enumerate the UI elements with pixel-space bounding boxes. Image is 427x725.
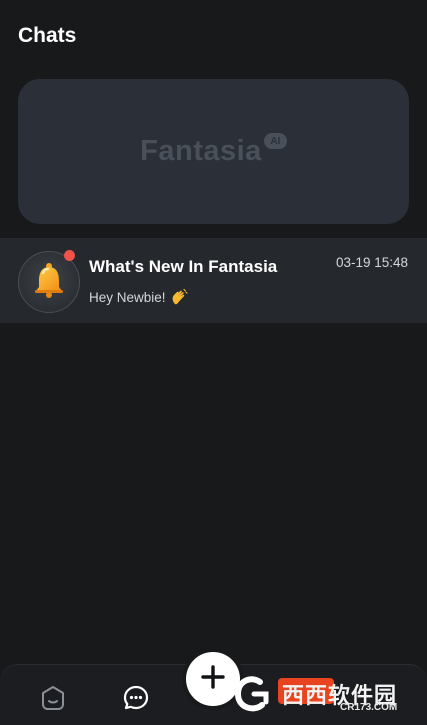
fantasia-banner[interactable]: Fantasia AI <box>18 79 409 224</box>
chats-screen: Chats Fantasia AI What's New In Fantasia… <box>0 0 427 725</box>
plus-icon <box>200 664 226 695</box>
banner-logo-text: Fantasia <box>140 135 262 167</box>
banner-ai-badge: AI <box>263 133 287 149</box>
home-icon[interactable] <box>40 685 66 711</box>
chat-time: 03-19 15:48 <box>335 255 408 270</box>
fantasia-logo: Fantasia AI <box>140 133 287 168</box>
bell-icon <box>32 262 66 303</box>
chat-bubble-icon[interactable] <box>122 684 150 712</box>
chat-name: What's New In Fantasia <box>89 257 278 276</box>
unread-dot <box>64 250 75 261</box>
watermark-url: CR173.COM <box>340 702 398 713</box>
chat-list-item[interactable]: What's New In Fantasia 03-19 15:48 Hey N… <box>0 238 427 323</box>
page-title: Chats <box>18 24 77 47</box>
waving-hand-icon <box>170 288 188 306</box>
chat-preview: Hey Newbie! <box>89 288 188 306</box>
chat-preview-text: Hey Newbie! <box>89 289 166 305</box>
watermark: 西西软件园 CR173.COM <box>232 672 410 716</box>
